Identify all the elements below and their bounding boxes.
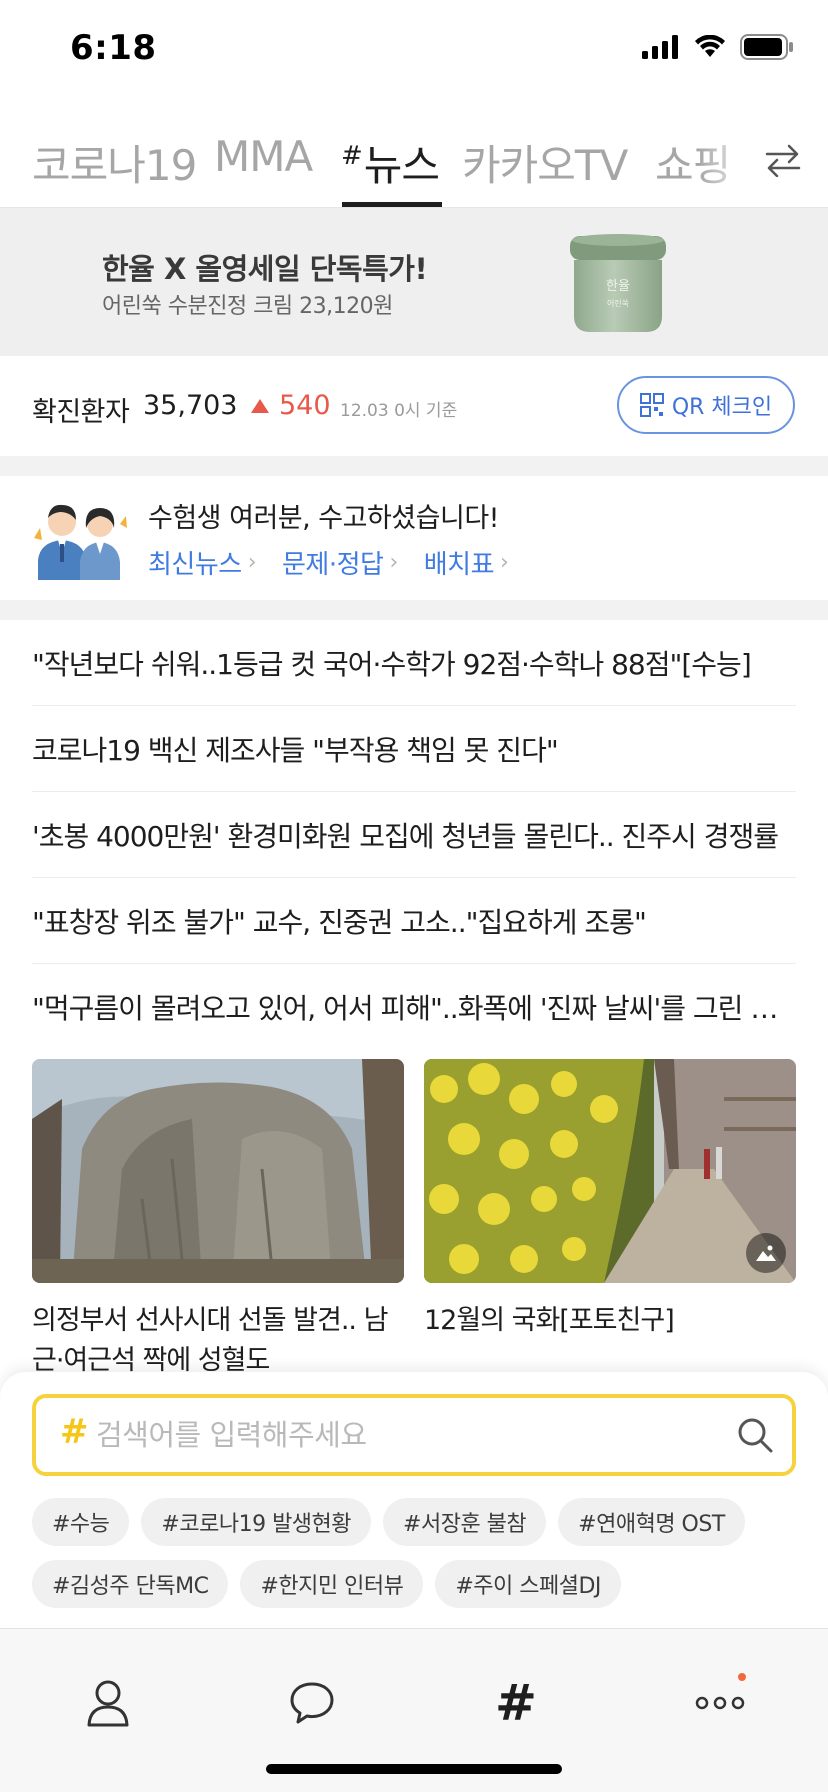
product-label: 한율 — [606, 279, 630, 294]
news-headline: "먹구름이 몰려오고 있어, 어서 피해"..화폭에 '진짜 날씨'를 그린 화… — [32, 992, 796, 1025]
photo-card-flowers[interactable]: 12월의 국화[포토친구] — [424, 1059, 796, 1341]
search-icon — [738, 1418, 773, 1453]
tab-switch-button[interactable] — [738, 112, 828, 207]
status-bar: 6:18 — [0, 0, 828, 100]
trending-chip[interactable]: #서장훈 불참 — [383, 1498, 547, 1546]
news-headline: '초봉 4000만원' 환경미화원 모집에 청년들 몰린다.. 진주시 경쟁률 — [32, 819, 779, 853]
section-divider — [0, 600, 828, 620]
section-divider — [0, 456, 828, 476]
exam-links: 최신뉴스 › 문제·정답 › 배치표 › — [148, 544, 509, 581]
chevron-right-icon: › — [500, 550, 509, 575]
tab-label: 코로나19 — [32, 141, 197, 190]
confirmed-date: 12.03 0시 기준 — [340, 401, 458, 421]
photo-badge-icon — [746, 1233, 786, 1273]
tab-label: 카카오TV — [462, 141, 628, 190]
news-item[interactable]: 코로나19 백신 제조사들 "부작용 책임 못 진다" — [32, 706, 796, 792]
flowers-photo — [424, 1059, 796, 1283]
search-input[interactable] — [96, 1412, 716, 1458]
tab-label: MMA — [214, 132, 313, 181]
qr-code-icon — [639, 393, 664, 417]
tab-chats[interactable] — [262, 1653, 362, 1753]
cream-jar-image: 한율 어린쑥 — [570, 234, 666, 332]
ad-banner[interactable]: 한율 X 올영세일 단독특가! 어린쑥 수분진정 크림 23,120원 한율 어… — [0, 208, 828, 356]
trending-chips: #수능 #코로나19 발생현황 #서장훈 불참 #연애혁명 OST #김성주 단… — [32, 1498, 822, 1622]
news-list: "작년보다 쉬워..1등급 컷 국어·수학가 92점·수학나 88점"[수능] … — [32, 620, 796, 1050]
covid-status-row[interactable]: 확진환자 35,703 540 12.03 0시 기준 QR 체크인 — [0, 356, 828, 456]
swap-arrows-icon — [765, 144, 801, 177]
news-headline: "작년보다 쉬워..1등급 컷 국어·수학가 92점·수학나 88점"[수능] — [32, 647, 752, 681]
link-label: 배치표 — [423, 550, 495, 580]
latest-news-link[interactable]: 최신뉴스 › — [148, 544, 257, 581]
search-box[interactable]: # — [32, 1394, 796, 1476]
exam-banner-title: 수험생 여러분, 수고하셨습니다! — [148, 503, 500, 534]
tab-kakaotv[interactable]: 카카오TV — [462, 132, 628, 193]
chevron-right-icon: › — [389, 550, 398, 575]
stone-photo — [32, 1059, 404, 1283]
home-indicator — [266, 1764, 562, 1774]
search-sheet: # #수능 #코로나19 발생현황 #서장훈 불참 #연애혁명 OST #김성주… — [0, 1372, 828, 1628]
answers-link[interactable]: 문제·정답 › — [282, 544, 398, 581]
tab-hash[interactable]: # — [466, 1653, 566, 1753]
news-item[interactable]: "표창장 위조 불가" 교수, 진중권 고소.."집요하게 조롱" — [32, 878, 796, 964]
increase-triangle-icon — [251, 399, 269, 413]
tab-news[interactable]: #뉴스 — [341, 132, 440, 193]
more-icon — [695, 1696, 745, 1710]
tab-mma[interactable]: MMA — [214, 132, 313, 181]
ad-title: 한율 X 올영세일 단독특가! — [102, 252, 428, 286]
confirmed-delta: 540 — [279, 390, 331, 421]
chip-row: #김성주 단독MC #한지민 인터뷰 #주이 스페셜DJ — [32, 1560, 822, 1608]
chevron-right-icon: › — [247, 550, 257, 575]
trending-chip[interactable]: #연애혁명 OST — [558, 1498, 745, 1546]
hash-icon: # — [495, 1674, 537, 1732]
card-caption: 12월의 국화[포토친구] — [424, 1305, 675, 1336]
trending-chip[interactable]: #김성주 단독MC — [32, 1560, 229, 1608]
tab-corona19[interactable]: 코로나19 — [32, 132, 197, 193]
link-label: 문제·정답 — [282, 550, 384, 580]
students-illustration — [34, 504, 127, 580]
trending-chip[interactable]: #수능 — [32, 1498, 130, 1546]
tab-hash: # — [341, 141, 363, 171]
qr-checkin-label: QR 체크인 — [671, 395, 773, 420]
news-headline: "표창장 위조 불가" 교수, 진중권 고소.."집요하게 조롱" — [32, 905, 647, 939]
notification-dot — [738, 1673, 746, 1681]
search-button[interactable] — [736, 1416, 774, 1458]
confirmed-label: 확진환자 — [32, 397, 130, 428]
hash-prefix: # — [60, 1412, 89, 1452]
news-item[interactable]: '초봉 4000만원' 환경미화원 모집에 청년들 몰린다.. 진주시 경쟁률 — [32, 792, 796, 878]
exam-banner: 수험생 여러분, 수고하셨습니다! 최신뉴스 › 문제·정답 › 배치표 › — [0, 476, 828, 600]
news-headline: 코로나19 백신 제조사들 "부작용 책임 못 진다" — [32, 733, 559, 767]
signal-icon — [642, 35, 678, 59]
status-icons — [642, 34, 794, 60]
news-item[interactable]: "작년보다 쉬워..1등급 컷 국어·수학가 92점·수학나 88점"[수능] — [32, 620, 796, 706]
category-tabs: 코로나19 MMA #뉴스 카카오TV 쇼핑 — [0, 112, 828, 208]
battery-icon — [740, 34, 793, 60]
tab-friends[interactable] — [58, 1653, 158, 1753]
qr-checkin-button[interactable]: QR 체크인 — [617, 376, 795, 434]
ad-subtitle: 어린쑥 수분진정 크림 23,120원 — [102, 294, 393, 319]
photo-card-stone[interactable]: 의정부서 선사시대 선돌 발견.. 남근·여근석 짝에 성혈도 — [32, 1059, 404, 1381]
friends-icon — [87, 1680, 129, 1727]
trending-chip[interactable]: #주이 스페셜DJ — [435, 1560, 621, 1608]
chat-icon — [290, 1682, 334, 1724]
active-tab-indicator — [342, 202, 442, 207]
tab-more[interactable] — [670, 1653, 770, 1753]
placement-chart-link[interactable]: 배치표 › — [424, 544, 509, 581]
confirmed-count: 35,703 — [143, 390, 238, 421]
chip-row: #수능 #코로나19 발생현황 #서장훈 불참 #연애혁명 OST — [32, 1498, 822, 1546]
tab-label: 뉴스 — [363, 141, 440, 190]
trending-chip[interactable]: #코로나19 발생현황 — [141, 1498, 372, 1546]
news-item[interactable]: "먹구름이 몰려오고 있어, 어서 피해"..화폭에 '진짜 날씨'를 그린 화… — [32, 964, 796, 1050]
product-sub: 어린쑥 — [607, 298, 629, 308]
status-time: 6:18 — [70, 28, 157, 68]
card-caption: 의정부서 선사시대 선돌 발견.. 남근·여근석 짝에 성혈도 — [32, 1305, 388, 1376]
wifi-icon — [695, 35, 725, 57]
link-label: 최신뉴스 — [148, 550, 242, 580]
trending-chip[interactable]: #한지민 인터뷰 — [240, 1560, 424, 1608]
